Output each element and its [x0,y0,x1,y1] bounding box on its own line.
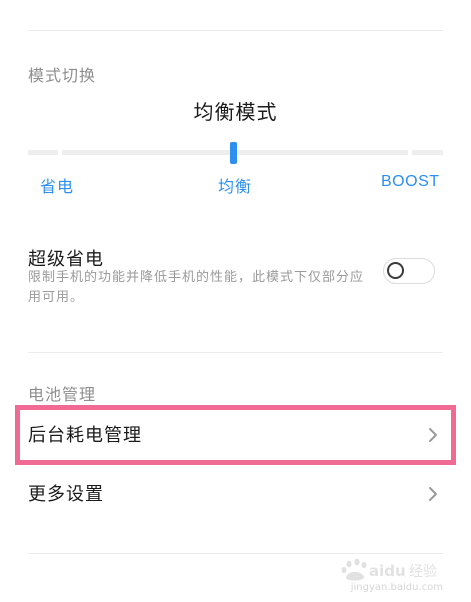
super-power-saving-description: 限制手机的功能并降低手机的性能，此模式下仅部分应用可用。 [28,270,365,305]
list-item-label: 更多设置 [28,484,104,505]
bottom-divider [28,553,443,554]
chevron-right-icon [429,487,437,501]
slider-option-boost[interactable]: BOOST [381,173,440,191]
baidu-logo: aidu 经验 [341,558,437,581]
slider-option-power-saving[interactable]: 省电 [40,173,74,197]
top-divider [28,30,443,31]
current-mode-title: 均衡模式 [193,100,278,124]
super-power-saving-toggle[interactable] [383,258,435,284]
slider-option-balanced[interactable]: 均衡 [218,173,252,197]
slider-segment [412,150,443,155]
section-divider [28,352,443,353]
svg-text:经验: 经验 [409,564,437,580]
slider-segment [28,150,58,155]
toggle-knob [387,262,404,279]
mode-switch-section-title: 模式切换 [28,66,97,85]
mode-slider-thumb[interactable] [230,142,237,164]
battery-management-section-title: 电池管理 [28,385,97,404]
list-item-more-settings[interactable]: 更多设置 [0,466,471,522]
svg-text:aidu: aidu [369,562,406,580]
watermark-url: jingyan.baidu.com [350,582,443,593]
baidu-jingyan-watermark: aidu 经验 jingyan.baidu.com [331,556,443,596]
highlight-box [15,405,456,465]
